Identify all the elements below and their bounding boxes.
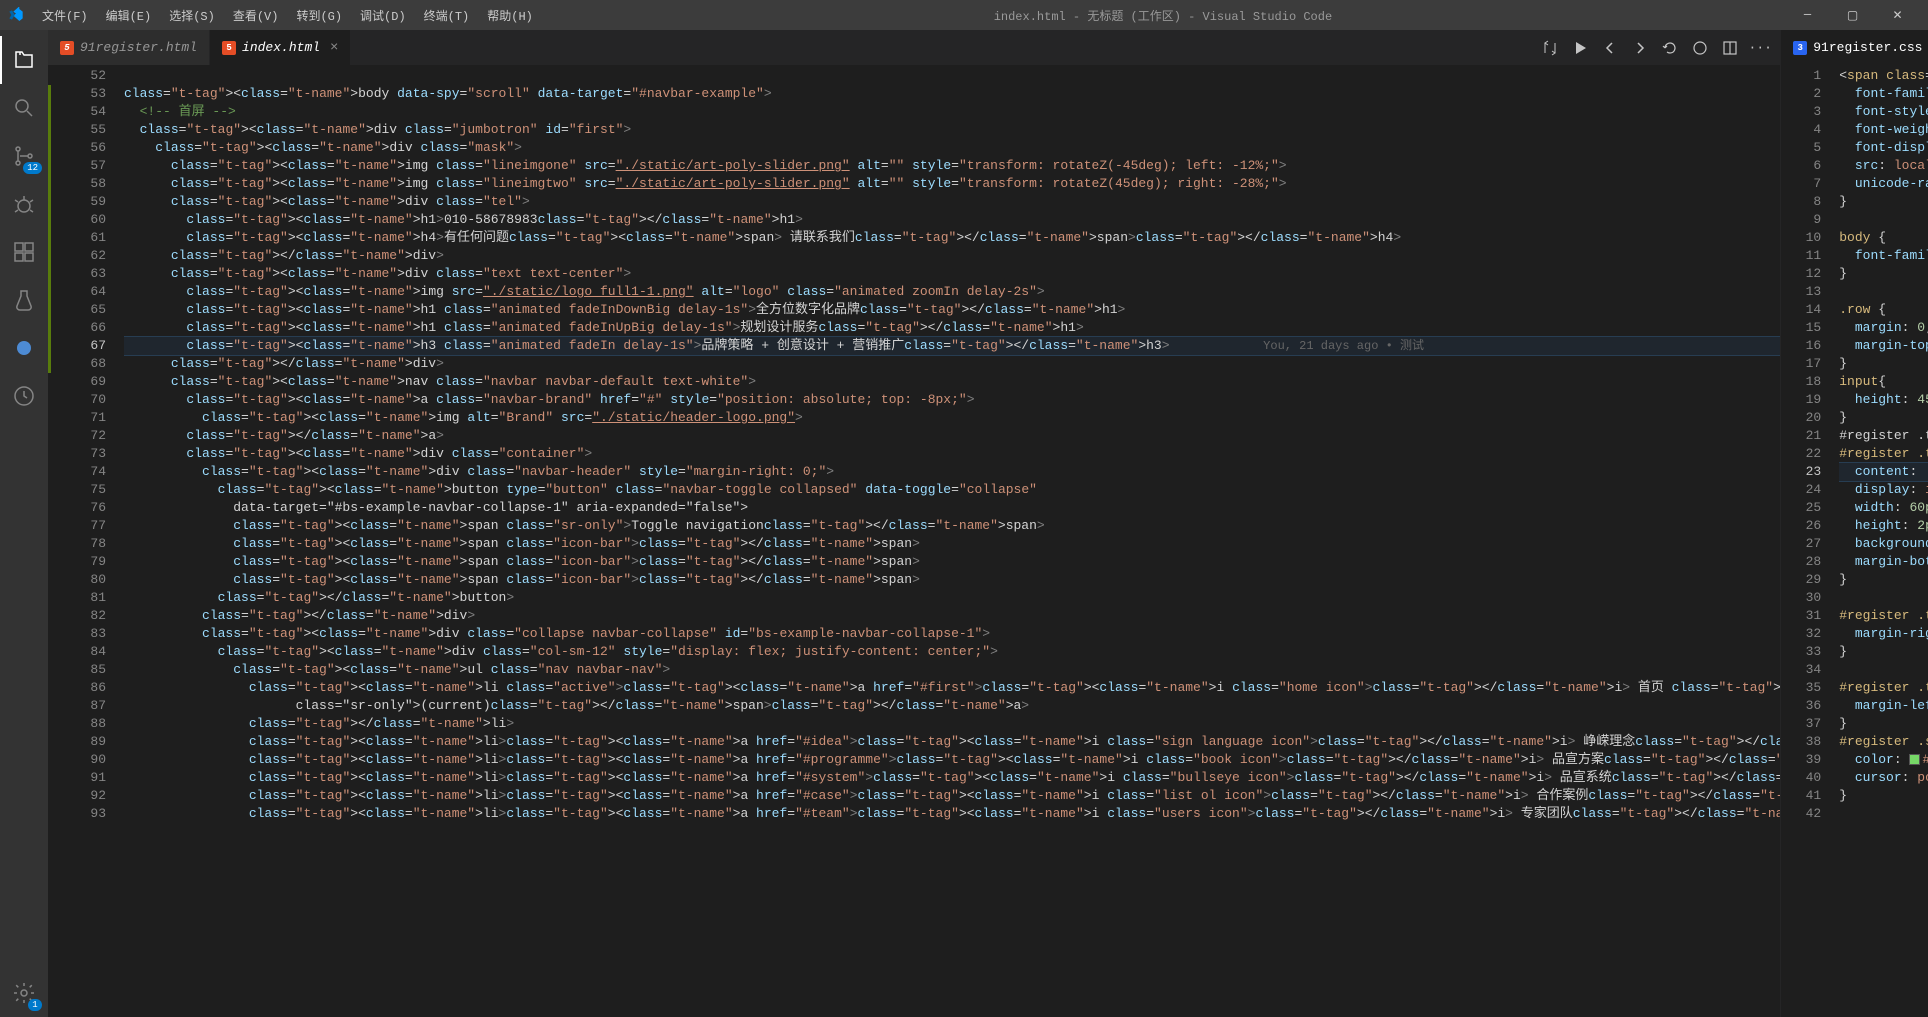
tab-bar-left: 5 91register.html 5 index.html × ··· [48, 30, 1780, 65]
menu-view[interactable]: 查看(V) [225, 3, 287, 28]
explorer-icon[interactable] [0, 36, 48, 84]
open-changes-icon[interactable] [1690, 38, 1710, 58]
revert-icon[interactable] [1660, 38, 1680, 58]
menu-debug[interactable]: 调试(D) [352, 3, 414, 28]
settings-badge: 1 [28, 999, 42, 1011]
editor-actions-left: ··· [1540, 30, 1780, 65]
next-change-icon[interactable] [1630, 38, 1650, 58]
line-number-gutter: 5253545556575859606162636465666768697071… [66, 65, 124, 1017]
tab-label: index.html [242, 40, 320, 55]
split-editor-icon[interactable] [1720, 38, 1740, 58]
vscode-logo-icon [8, 7, 24, 23]
tab-label: 91register.css [1813, 40, 1922, 55]
git-modified-indicator [48, 85, 51, 373]
menu-file[interactable]: 文件(F) [34, 3, 96, 28]
window-minimize[interactable]: ─ [1785, 0, 1830, 30]
menu-goto[interactable]: 转到(G) [288, 3, 350, 28]
tab-91register-html[interactable]: 5 91register.html [48, 30, 210, 65]
tab-91register-css[interactable]: 3 91register.css × [1781, 30, 1928, 65]
css-file-icon: 3 [1793, 41, 1807, 55]
menu-help[interactable]: 帮助(H) [479, 3, 541, 28]
search-icon[interactable] [0, 84, 48, 132]
tab-label: 91register.html [80, 40, 197, 55]
settings-icon[interactable]: 1 [0, 969, 48, 1017]
close-icon[interactable]: × [330, 40, 338, 56]
extensions-icon[interactable] [0, 228, 48, 276]
compare-changes-icon[interactable] [1540, 38, 1560, 58]
run-icon[interactable] [1570, 38, 1590, 58]
test-icon[interactable] [0, 276, 48, 324]
window-maximize[interactable]: ▢ [1830, 0, 1875, 30]
circle-badge-icon [17, 341, 31, 355]
menu-selection[interactable]: 选择(S) [161, 3, 223, 28]
prev-change-icon[interactable] [1600, 38, 1620, 58]
html-file-icon: 5 [60, 41, 74, 55]
tab-index-html[interactable]: 5 index.html × [210, 30, 351, 65]
more-actions-icon[interactable]: ··· [1750, 38, 1770, 58]
glyph-margin [48, 65, 66, 1017]
code-content-right[interactable]: <span class="t-sel">@font-facespan> { fo… [1839, 65, 1928, 1017]
source-control-icon[interactable]: 12 [0, 132, 48, 180]
menu-edit[interactable]: 编辑(E) [98, 3, 160, 28]
activity-bar: 12 1 [0, 30, 48, 1017]
html-file-icon: 5 [222, 41, 236, 55]
window-close[interactable]: ✕ [1875, 0, 1920, 30]
bookmark-icon[interactable] [0, 324, 48, 372]
titlebar: 文件(F) 编辑(E) 选择(S) 查看(V) 转到(G) 调试(D) 终端(T… [0, 0, 1928, 30]
code-editor-right[interactable]: 1234567891011121314151617181920212223242… [1781, 65, 1928, 1017]
editor-group-right: 3 91register.css × ··· 12345678910111213… [1781, 30, 1928, 1017]
timeline-icon[interactable] [0, 372, 48, 420]
scm-badge: 12 [23, 162, 42, 174]
code-editor-left[interactable]: 5253545556575859606162636465666768697071… [48, 65, 1780, 1017]
menu-terminal[interactable]: 终端(T) [416, 3, 478, 28]
debug-icon[interactable] [0, 180, 48, 228]
code-content-left[interactable]: class="t-tag"><class="t-name">body data-… [124, 65, 1780, 1017]
tab-bar-right: 3 91register.css × ··· [1781, 30, 1928, 65]
window-controls: ─ ▢ ✕ [1785, 0, 1920, 30]
menubar: 文件(F) 编辑(E) 选择(S) 查看(V) 转到(G) 调试(D) 终端(T… [34, 3, 541, 28]
editor-group-left: 5 91register.html 5 index.html × ··· [48, 30, 1781, 1017]
line-number-gutter: 1234567891011121314151617181920212223242… [1781, 65, 1839, 1017]
window-title: index.html - 无标题 (工作区) - Visual Studio C… [541, 7, 1785, 24]
